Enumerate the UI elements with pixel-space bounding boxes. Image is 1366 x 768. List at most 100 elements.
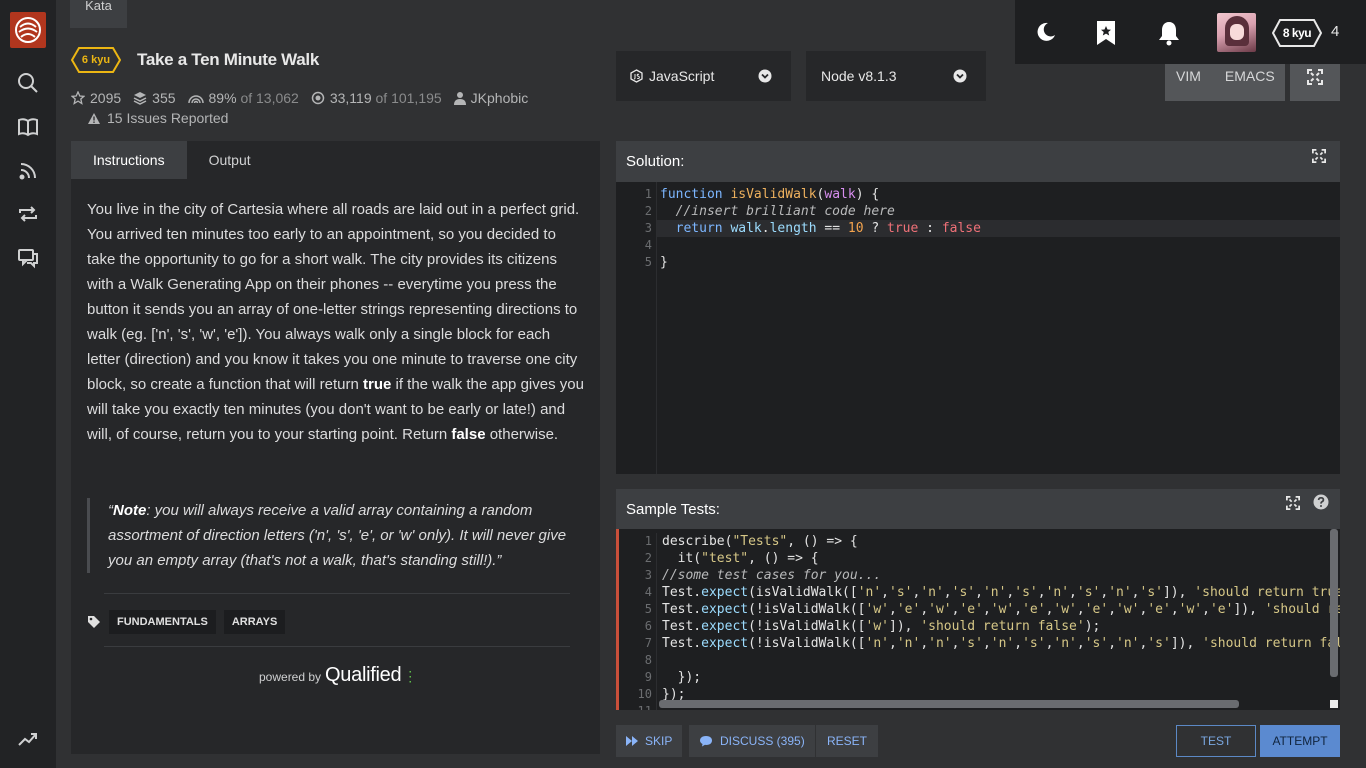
rss-icon[interactable] — [17, 160, 39, 182]
book-icon[interactable] — [17, 116, 39, 138]
qualified-brand: Qualified — [325, 664, 402, 686]
reset-button[interactable]: RESET — [816, 725, 879, 757]
note-text: : you will always receive a valid array … — [108, 502, 567, 569]
moon-icon[interactable] — [1034, 20, 1058, 44]
issues-reported[interactable]: 15 Issues Reported — [87, 110, 228, 126]
star-icon — [71, 91, 85, 105]
test-button[interactable]: TEST — [1176, 725, 1256, 757]
runtime-version-label: Node v8.1.3 — [821, 68, 897, 84]
left-sidebar — [0, 0, 56, 768]
chevron-down-icon — [758, 69, 772, 83]
kata-rank-badge: 6 kyu — [71, 47, 121, 73]
bookmark-icon[interactable] — [1095, 20, 1117, 46]
language-select[interactable]: JavaScript — [616, 51, 791, 101]
solution-line-numbers: 1 2 3 4 5 — [616, 186, 656, 271]
sample-tests-editor[interactable]: 1 2 3 4 5 6 7 8 9 10 11 describe("Tests", () => { … — [616, 529, 1340, 710]
line-number: 2 — [644, 204, 652, 218]
search-icon[interactable] — [17, 72, 39, 94]
kata-rank-text: 6 kyu — [81, 54, 111, 66]
author-stat[interactable]: JKphobic — [453, 90, 529, 106]
code-line: //insert brilliant code here — [660, 204, 895, 219]
gutter-border — [656, 182, 657, 474]
skip-label: SKIP — [645, 734, 673, 748]
code-line: Test.expect(isValidWalk(['n','s','n','s'… — [662, 585, 1340, 600]
code-line: //some test cases for you... — [662, 568, 882, 583]
chevron-down-icon — [953, 69, 967, 83]
gutter-border — [656, 533, 657, 710]
code-line: Test.expect(!isValidWalk(['n','n','n','s… — [662, 636, 1340, 651]
completed-stat: 33,119 of 101,195 — [311, 90, 442, 106]
line-number: 7 — [644, 636, 652, 650]
stars-stat[interactable]: 2095 — [71, 90, 121, 106]
expand-tests-icon[interactable] — [1286, 496, 1300, 510]
notification-bell-icon[interactable] — [1157, 20, 1181, 46]
discuss-button[interactable]: DISCUSS (395) — [689, 725, 815, 757]
user-icon — [453, 92, 466, 105]
runtime-version-select[interactable]: Node v8.1.3 — [806, 51, 986, 101]
test-label: TEST — [1200, 734, 1232, 748]
sample-tests-title: Sample Tests: — [626, 500, 720, 518]
solution-editor[interactable]: 1 2 3 4 5 function isValidWalk(walk) { //ins… — [616, 182, 1340, 474]
kata-stats: 2095 355 89% of 13,062 33,119 of 101,195… — [71, 89, 540, 107]
help-icon[interactable] — [1313, 494, 1329, 510]
attempt-button[interactable]: ATTEMPT — [1260, 725, 1340, 757]
note-blockquote: “Note: you will always receive a valid a… — [87, 498, 587, 573]
code-line: it("test", () => { — [662, 551, 819, 566]
line-number: 3 — [644, 568, 652, 582]
line-number: 9 — [644, 670, 652, 684]
editor-mode-group: VIM EMACS — [1165, 64, 1285, 101]
code-line: function isValidWalk(walk) { — [660, 187, 880, 202]
line-number: 5 — [644, 255, 652, 269]
chat-icon[interactable] — [17, 247, 39, 269]
tab-output[interactable]: Output — [187, 141, 273, 179]
expand-editor-icon[interactable] — [1312, 149, 1326, 163]
emacs-mode-button[interactable]: EMACS — [1225, 68, 1275, 84]
tab-instructions[interactable]: Instructions — [71, 141, 187, 179]
user-avatar[interactable] — [1217, 13, 1256, 52]
skip-button[interactable]: SKIP — [616, 725, 683, 757]
satisfaction-stat: 89% of 13,062 — [187, 90, 299, 106]
reset-label: RESET — [827, 734, 868, 748]
note-label: Note — [113, 502, 147, 519]
fullscreen-button[interactable] — [1290, 64, 1340, 101]
solution-code-lines: function isValidWalk(walk) { //insert br… — [660, 186, 981, 271]
vim-mode-button[interactable]: VIM — [1176, 68, 1201, 84]
horizontal-scrollbar[interactable] — [659, 700, 1239, 708]
description-text: You live in the city of Cartesia where a… — [87, 201, 580, 393]
tag-fundamentals[interactable]: FUNDAMENTALS — [109, 610, 216, 634]
user-rank-badge[interactable]: 8 kyu — [1272, 19, 1322, 47]
line-number: 8 — [644, 653, 652, 667]
fast-forward-icon — [626, 736, 638, 746]
kata-tab[interactable]: Kata — [70, 0, 127, 28]
line-number: 11 — [619, 703, 656, 710]
author-name[interactable]: JKphobic — [471, 90, 529, 106]
satisfaction-percent: 89% — [208, 90, 237, 106]
practice-loop-icon[interactable] — [17, 203, 39, 225]
issues-text: 15 Issues Reported — [107, 110, 229, 126]
powered-by-prefix: powered by — [259, 670, 322, 684]
rainbow-icon — [187, 95, 204, 104]
line-number: 5 — [644, 602, 652, 616]
code-line: Test.expect(!isValidWalk(['w','e','w','e… — [662, 602, 1340, 617]
javascript-icon — [630, 69, 643, 83]
codewars-logo-icon[interactable] — [10, 12, 46, 48]
line-number: 1 — [644, 187, 652, 201]
trending-icon[interactable] — [17, 728, 39, 750]
description-true: true — [362, 376, 392, 393]
completed-count: 33,119 — [329, 90, 372, 106]
code-line: return walk.length == 10 ? true : false — [675, 221, 981, 236]
powered-by-qualified[interactable]: powered by Qualified ⋮ — [259, 664, 417, 687]
description-false: false — [451, 426, 486, 443]
vertical-scrollbar[interactable] — [1330, 529, 1338, 677]
attempt-label: ATTEMPT — [1272, 734, 1328, 748]
comment-icon — [700, 736, 712, 747]
layers-icon — [133, 92, 147, 105]
code-line: Test.expect(!isValidWalk(['w']), 'should… — [662, 619, 1101, 634]
solution-title: Solution: — [626, 153, 685, 170]
tag-arrays[interactable]: ARRAYS — [223, 610, 286, 634]
solution-header: Solution: — [616, 141, 1340, 182]
satisfaction-votes: of 13,062 — [240, 90, 299, 106]
code-line: } — [660, 255, 668, 270]
line-number: 10 — [637, 687, 652, 701]
